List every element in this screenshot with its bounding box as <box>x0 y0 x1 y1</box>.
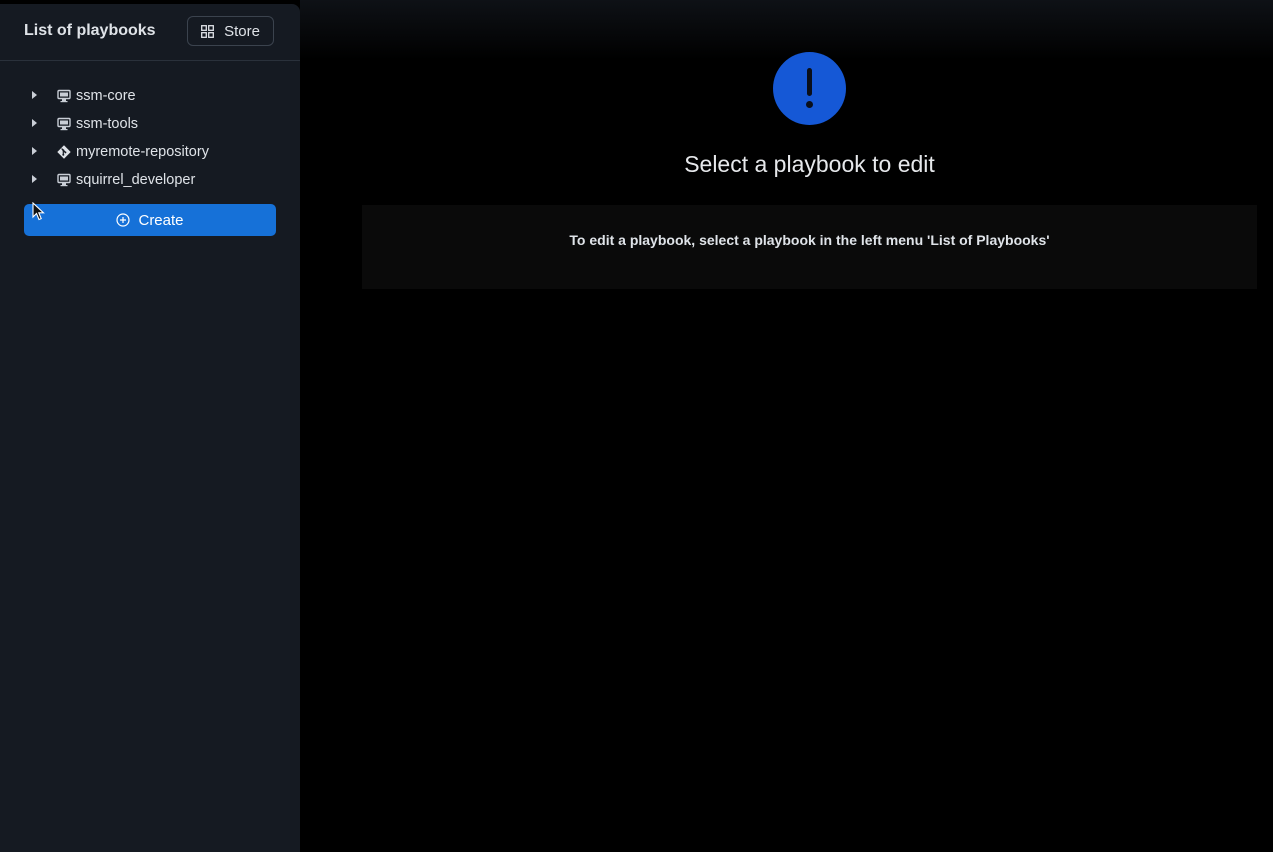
exclamation-dot <box>806 101 813 108</box>
tree-item-ssm-core[interactable]: ssm-core <box>0 82 300 110</box>
info-box: To edit a playbook, select a playbook in… <box>362 205 1257 289</box>
sidebar: List of playbooks Store ssm-core ssm-too… <box>0 4 300 852</box>
tree-item-label: myremote-repository <box>76 144 209 160</box>
main-panel: Select a playbook to edit To edit a play… <box>300 0 1273 852</box>
create-button-label: Create <box>138 211 184 229</box>
tree-item-label: squirrel_developer <box>76 172 196 188</box>
page-title: Select a playbook to edit <box>684 151 935 177</box>
exclamation-bar <box>807 68 812 96</box>
desktop-icon <box>57 117 71 131</box>
desktop-icon <box>57 173 71 187</box>
caret-right-icon[interactable] <box>32 175 37 183</box>
create-button[interactable]: Create <box>24 204 276 236</box>
store-button-label: Store <box>224 22 260 40</box>
caret-right-icon[interactable] <box>32 91 37 99</box>
tree-item-ssm-tools[interactable]: ssm-tools <box>0 110 300 138</box>
tree-item-squirrel-developer[interactable]: squirrel_developer <box>0 166 300 194</box>
info-text: To edit a playbook, select a playbook in… <box>569 232 1050 248</box>
store-button[interactable]: Store <box>187 16 274 46</box>
app: List of playbooks Store ssm-core ssm-too… <box>0 0 1273 852</box>
sidebar-title: List of playbooks <box>24 22 156 39</box>
desktop-icon <box>57 89 71 103</box>
playbook-tree: ssm-core ssm-tools myremote-repository s… <box>0 82 300 194</box>
tree-item-myremote-repository[interactable]: myremote-repository <box>0 138 300 166</box>
grid-icon <box>201 24 215 38</box>
tree-item-label: ssm-tools <box>76 116 139 132</box>
caret-right-icon[interactable] <box>32 147 37 155</box>
caret-right-icon[interactable] <box>32 119 37 127</box>
sidebar-header: List of playbooks Store <box>0 4 300 61</box>
git-icon <box>57 145 71 159</box>
exclamation-icon <box>773 52 846 125</box>
plus-circle-icon <box>116 213 131 227</box>
tree-item-label: ssm-core <box>76 88 136 104</box>
mouse-cursor-icon <box>32 202 45 221</box>
